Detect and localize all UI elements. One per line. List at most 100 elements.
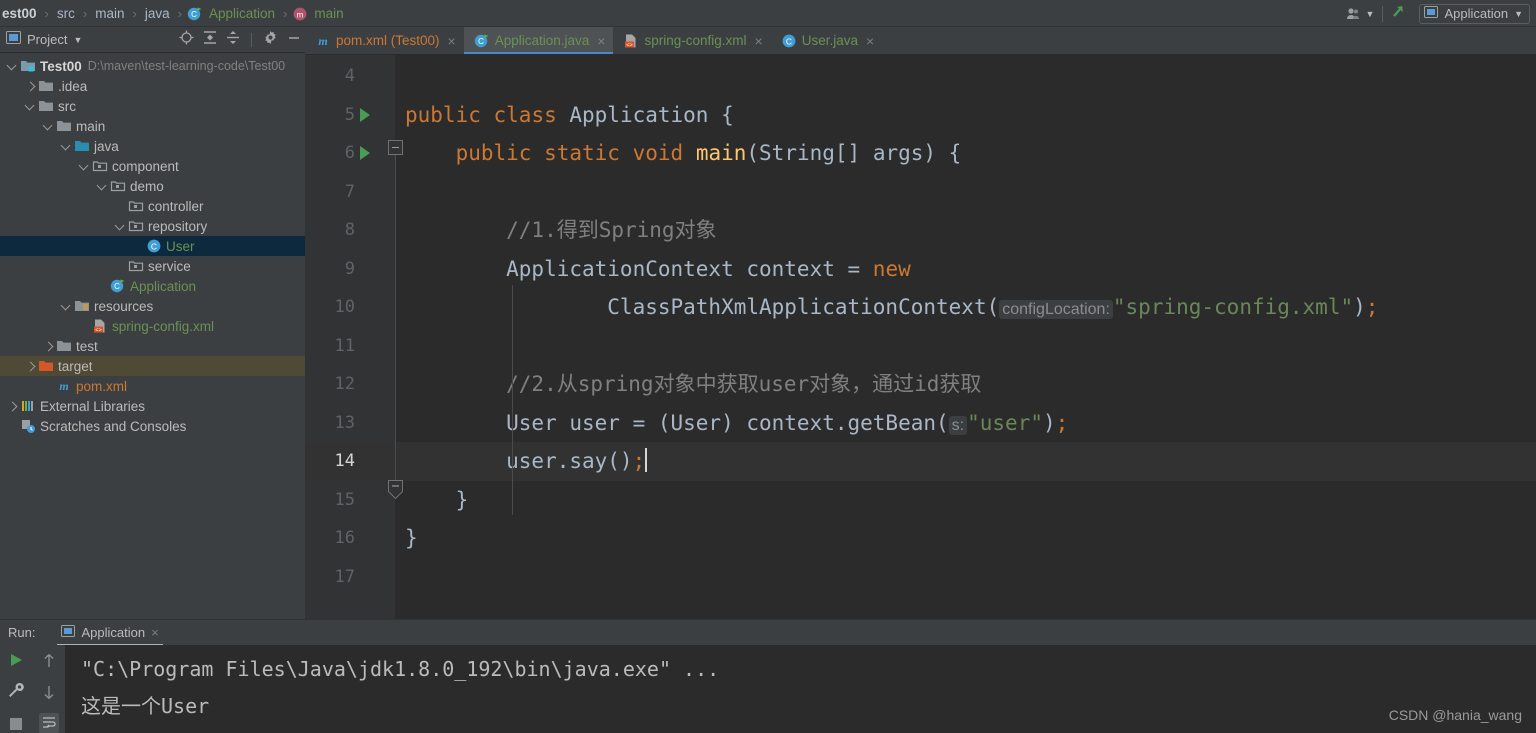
- chevron-down-icon[interactable]: [60, 300, 73, 313]
- chevron-down-icon[interactable]: [24, 100, 37, 113]
- tree-node-test[interactable]: test: [0, 336, 305, 356]
- tree-node-label: controller: [148, 198, 204, 214]
- settings-gear-icon[interactable]: [263, 30, 278, 50]
- parameter-hint: configLocation:: [999, 300, 1113, 319]
- tree-node-src[interactable]: src: [0, 96, 305, 116]
- hide-panel-icon[interactable]: [287, 31, 301, 50]
- close-icon[interactable]: ×: [597, 34, 605, 48]
- breadcrumb-item-application[interactable]: C Application: [187, 6, 278, 21]
- expand-all-icon[interactable]: [203, 30, 217, 50]
- editor-line-17[interactable]: 17: [305, 558, 1536, 597]
- locate-icon[interactable]: [179, 30, 194, 50]
- tree-node-resources[interactable]: resources: [0, 296, 305, 316]
- tree-node-user[interactable]: C User: [0, 236, 305, 256]
- line-number: 14: [334, 451, 355, 471]
- rerun-play-icon[interactable]: [6, 651, 26, 670]
- tree-node-main[interactable]: main: [0, 116, 305, 136]
- code-token: "spring-config.xml": [1112, 295, 1354, 319]
- fold-collapse-box[interactable]: [388, 140, 403, 155]
- editor-tab-spring-config-xml[interactable]: <> spring-config.xml ×: [613, 27, 770, 54]
- fold-region-line2: [395, 167, 396, 487]
- tree-node-external-libraries[interactable]: External Libraries: [0, 396, 305, 416]
- editor-line-9[interactable]: 9 ApplicationContext context = new: [305, 250, 1536, 289]
- fold-end-marker[interactable]: [388, 480, 403, 500]
- tree-node-label: spring-config.xml: [112, 318, 215, 334]
- chevron-down-icon[interactable]: [114, 220, 127, 233]
- editor-tab-bar[interactable]: m pom.xml (Test00) × C Application.java × <> sp…: [305, 27, 1536, 55]
- editor-line-7[interactable]: 7: [305, 173, 1536, 212]
- tree-node-demo[interactable]: demo: [0, 176, 305, 196]
- tree-node-test00[interactable]: Test00 D:\maven\test-learning-code\Test00: [0, 56, 305, 76]
- code-token: }: [405, 487, 469, 512]
- top-breadcrumb-bar: est00 › src › main › java › C Application › m main ▼…: [0, 0, 1536, 27]
- code-editor[interactable]: 4 5 public class Application {6 public sta…: [305, 55, 1536, 619]
- editor-line-6[interactable]: 6 public static void main(String[] args)…: [305, 134, 1536, 173]
- editor-line-16[interactable]: 16}: [305, 519, 1536, 558]
- chevron-down-icon[interactable]: [42, 120, 55, 133]
- tree-node-spring-config-xml[interactable]: <> spring-config.xml: [0, 316, 305, 336]
- up-arrow-icon[interactable]: [39, 651, 59, 671]
- tree-node-pom-xml[interactable]: m pom.xml: [0, 376, 305, 396]
- breadcrumb-item-src[interactable]: src: [54, 6, 78, 21]
- wrench-settings-icon[interactable]: [6, 681, 26, 700]
- editor-tab-pom-xml-test00-[interactable]: m pom.xml (Test00) ×: [305, 27, 464, 54]
- tree-node-target[interactable]: target: [0, 356, 305, 376]
- chevron-down-icon[interactable]: ▼: [73, 35, 82, 45]
- tree-node-application[interactable]: C Application: [0, 276, 305, 296]
- stop-icon[interactable]: [6, 714, 26, 733]
- chevron-down-icon[interactable]: [6, 60, 19, 73]
- editor-line-4[interactable]: 4: [305, 57, 1536, 96]
- run-gutter-icon[interactable]: [360, 146, 370, 160]
- soft-wrap-icon[interactable]: [38, 713, 59, 733]
- code-token: ): [1353, 295, 1366, 319]
- chevron-right-icon[interactable]: [6, 400, 19, 413]
- tree-node-component[interactable]: component: [0, 156, 305, 176]
- chevron-down-icon[interactable]: [78, 160, 91, 173]
- run-gutter-icon[interactable]: [360, 107, 370, 122]
- breadcrumb-item-main[interactable]: m main: [292, 6, 346, 21]
- folder-icon: [37, 78, 54, 94]
- close-icon[interactable]: ×: [866, 34, 874, 48]
- user-accounts-icon[interactable]: ▼: [1346, 7, 1375, 21]
- editor-line-10[interactable]: 10 ClassPathXmlApplicationContext(config…: [305, 288, 1536, 327]
- editor-line-12[interactable]: 12 //2.从spring对象中获取user对象，通过id获取: [305, 365, 1536, 404]
- tree-node-controller[interactable]: controller: [0, 196, 305, 216]
- down-arrow-icon[interactable]: [39, 682, 59, 702]
- tree-node-service[interactable]: service: [0, 256, 305, 276]
- editor-line-13[interactable]: 13 User user = (User) context.getBean(s:…: [305, 404, 1536, 443]
- chevron-down-icon[interactable]: [96, 180, 109, 193]
- breadcrumb-separator: ›: [132, 5, 137, 21]
- vcs-update-arrow-icon[interactable]: [1391, 2, 1411, 25]
- editor-line-5[interactable]: 5 public class Application {: [305, 96, 1536, 135]
- code-token: //1.得到Spring对象: [405, 218, 717, 242]
- code-token: void: [632, 141, 696, 165]
- editor-line-15[interactable]: 15 }: [305, 481, 1536, 520]
- console-output[interactable]: "C:\Program Files\Java\jdk1.8.0_192\bin\…: [65, 645, 1536, 733]
- editor-line-14[interactable]: 14 user.say();: [305, 442, 1536, 481]
- close-icon[interactable]: ×: [151, 625, 159, 640]
- editor-tab-user-java[interactable]: C User.java ×: [771, 27, 882, 54]
- editor-tab-application-java[interactable]: C Application.java ×: [463, 27, 614, 54]
- run-configuration-selector[interactable]: Application ▼: [1419, 3, 1530, 24]
- breadcrumb-item-main[interactable]: main: [92, 6, 127, 21]
- collapse-all-icon[interactable]: [226, 30, 240, 50]
- chevron-right-icon[interactable]: [24, 360, 37, 373]
- chevron-down-icon[interactable]: ▼: [1366, 9, 1375, 19]
- breadcrumb-item-java[interactable]: java: [142, 6, 173, 21]
- tree-node--idea[interactable]: .idea: [0, 76, 305, 96]
- chevron-down-icon[interactable]: ▼: [1514, 9, 1523, 19]
- run-tab-application[interactable]: Application ×: [57, 620, 163, 646]
- editor-line-8[interactable]: 8 //1.得到Spring对象: [305, 211, 1536, 250]
- breadcrumb-item-est00[interactable]: est00: [0, 6, 40, 21]
- chevron-right-icon[interactable]: [24, 80, 37, 93]
- close-icon[interactable]: ×: [448, 34, 456, 48]
- close-icon[interactable]: ×: [755, 34, 763, 48]
- project-tree[interactable]: Test00 D:\maven\test-learning-code\Test00…: [0, 53, 305, 619]
- chevron-down-icon[interactable]: [60, 140, 73, 153]
- tree-node-java[interactable]: java: [0, 136, 305, 156]
- line-number: 15: [334, 489, 355, 510]
- editor-line-11[interactable]: 11: [305, 327, 1536, 366]
- tree-node-scratches-and-consoles[interactable]: Scratches and Consoles: [0, 416, 305, 436]
- chevron-right-icon[interactable]: [42, 340, 55, 353]
- tree-node-repository[interactable]: repository: [0, 216, 305, 236]
